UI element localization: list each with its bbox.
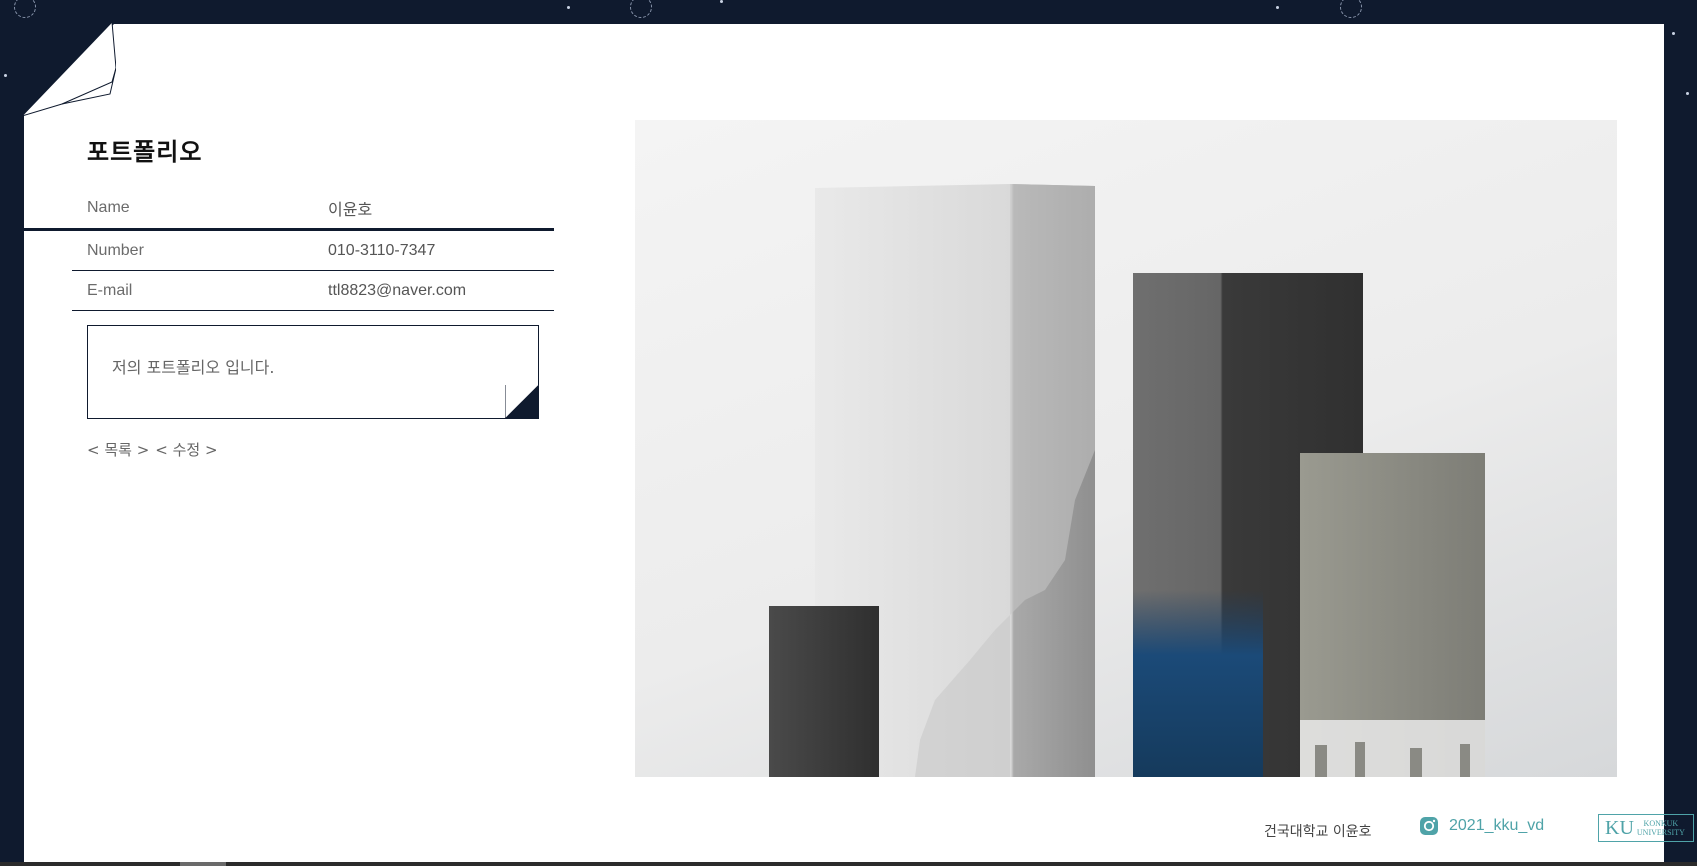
- dashed-ring-decoration: [1340, 0, 1362, 18]
- page-curl-icon: [22, 22, 116, 116]
- folded-corner-icon: [505, 385, 539, 419]
- nav-links: < 목록 > < 수정 >: [87, 439, 218, 460]
- star-decoration: [720, 0, 723, 3]
- content-paper: 포트폴리오 Name 이윤호 Number 010-3110-7347 E-ma…: [24, 24, 1694, 862]
- horizontal-scrollbar[interactable]: [0, 862, 1697, 866]
- info-row-number: Number 010-3110-7347: [72, 231, 554, 271]
- number-value: 010-3110-7347: [328, 241, 436, 259]
- name-label: Name: [87, 198, 130, 216]
- logo-sub-line-2: UNIVERSITY: [1636, 828, 1685, 837]
- description-text: 저의 포트폴리오 입니다.: [112, 358, 275, 377]
- star-decoration: [1686, 92, 1689, 95]
- info-table: Name 이윤호 Number 010-3110-7347 E-mail ttl…: [24, 187, 554, 311]
- scrollbar-thumb[interactable]: [180, 862, 226, 866]
- name-value: 이윤호: [328, 201, 373, 219]
- email-label: E-mail: [87, 281, 133, 299]
- concrete-pillars-illustration: [769, 184, 1485, 777]
- instagram-handle: 2021_kku_vd: [1449, 817, 1545, 834]
- info-row-name: Name 이윤호: [24, 187, 554, 231]
- description-box: 저의 포트폴리오 입니다.: [87, 325, 539, 419]
- logo-sub-text: KONKUK UNIVERSITY: [1637, 819, 1685, 837]
- email-value: ttl8823@naver.com: [328, 281, 467, 299]
- list-link[interactable]: < 목록 >: [87, 439, 149, 460]
- edit-link[interactable]: < 수정 >: [155, 439, 217, 460]
- info-row-email: E-mail ttl8823@naver.com: [72, 271, 554, 311]
- star-decoration: [1276, 6, 1279, 9]
- dashed-ring-decoration: [630, 0, 652, 18]
- number-label: Number: [87, 241, 144, 259]
- footer-author: 건국대학교 이윤호: [1264, 824, 1372, 840]
- star-decoration: [567, 6, 570, 9]
- instagram-icon: [1420, 817, 1438, 835]
- konkuk-logo: KU KONKUK UNIVERSITY: [1598, 814, 1694, 842]
- page-title: 포트폴리오: [87, 138, 203, 166]
- dashed-ring-decoration: [14, 0, 36, 18]
- star-decoration: [1672, 32, 1675, 35]
- logo-sub-line-1: KONKUK: [1643, 819, 1679, 828]
- star-decoration: [4, 74, 7, 77]
- instagram-link[interactable]: 2021_kku_vd: [1419, 816, 1544, 836]
- logo-main-text: KU: [1605, 816, 1634, 839]
- portfolio-image: [635, 120, 1617, 777]
